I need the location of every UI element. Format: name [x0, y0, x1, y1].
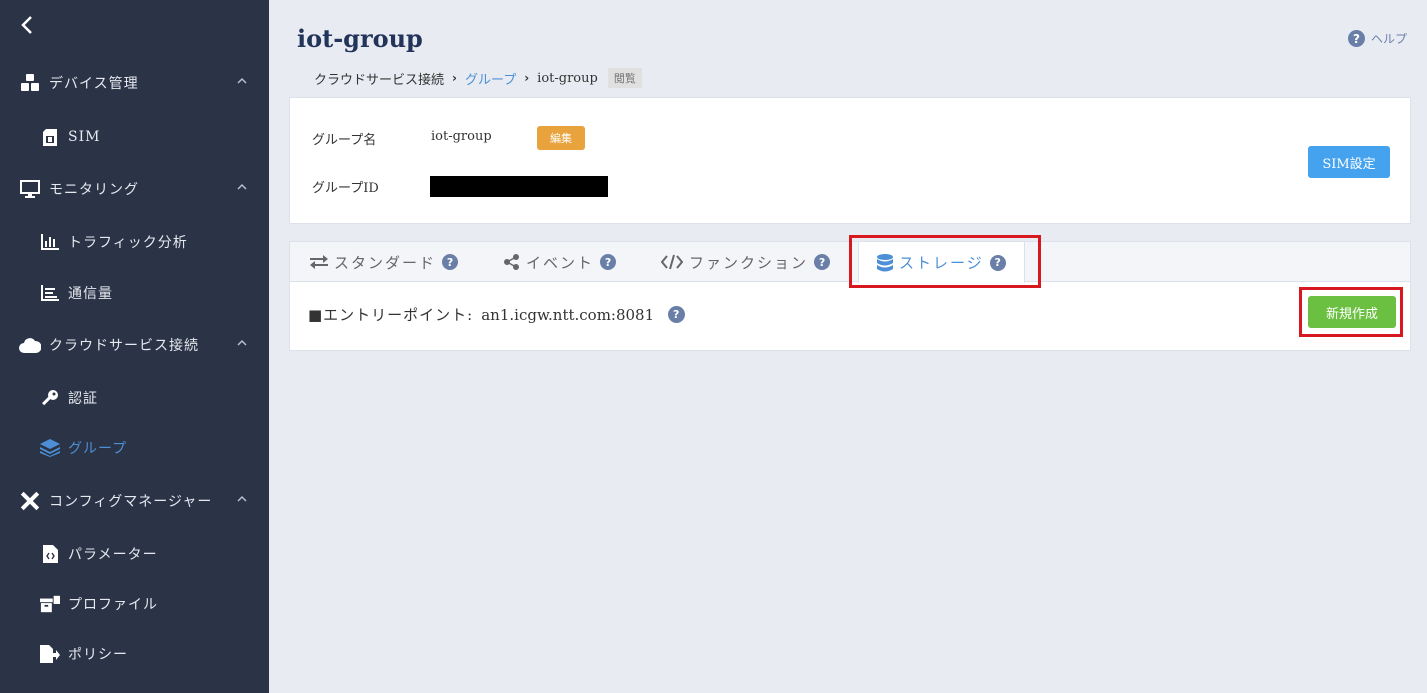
- help-icon[interactable]: ?: [814, 254, 831, 270]
- tab-label: スタンダード: [334, 253, 437, 272]
- tab-standard[interactable]: スタンダード ?: [310, 242, 459, 282]
- entry-point-label: ■エントリーポイント:: [308, 306, 474, 324]
- breadcrumb: クラウドサービス接続 › グループ › iot-group 閲覧: [314, 68, 642, 88]
- sidebar-item-label: 認証: [68, 391, 98, 407]
- sidebar-item-label: トラフィック分析: [68, 235, 188, 251]
- exchange-icon: [310, 255, 328, 269]
- sidebar-item-label: グループ: [68, 441, 128, 457]
- breadcrumb-root[interactable]: クラウドサービス接続: [314, 69, 444, 88]
- chevron-up-icon[interactable]: [237, 75, 249, 87]
- breadcrumb-parent[interactable]: グループ: [465, 69, 516, 88]
- tools-icon: [19, 490, 41, 512]
- help-icon: ?: [1347, 30, 1365, 47]
- chevron-up-icon[interactable]: [237, 337, 249, 349]
- sidebar-item-cloud-service[interactable]: クラウドサービス接続: [0, 325, 269, 365]
- entry-point: ■エントリーポイント: an1.icgw.ntt.com:8081 ?: [308, 304, 686, 325]
- sidebar-item-label: コンフィグマネージャー: [49, 494, 213, 510]
- help-label: ヘルプ: [1370, 32, 1407, 46]
- code-file-icon: [40, 543, 60, 565]
- sidebar-item-label: SIM: [68, 129, 101, 145]
- sidebar-item-monitoring[interactable]: モニタリング: [0, 169, 269, 209]
- tab-label: ファンクション: [689, 253, 809, 272]
- breadcrumb-current: iot-group: [537, 70, 598, 86]
- chevron-up-icon[interactable]: [237, 181, 249, 193]
- sim-settings-button[interactable]: SIM設定: [1308, 146, 1390, 178]
- mode-tag: 閲覧: [607, 68, 642, 88]
- layers-icon: [40, 437, 60, 459]
- archive-icon: [40, 593, 60, 615]
- chevron-right-icon: ›: [524, 71, 530, 85]
- edit-button[interactable]: 編集: [537, 126, 585, 150]
- chevron-right-icon: ›: [452, 71, 457, 85]
- sidebar: デバイス管理 SIM モニタリング トラフィック分析 通信量 クラウドサービス接…: [0, 0, 269, 693]
- cubes-icon: [19, 72, 41, 94]
- group-info-card: グループ名 iot-group 編集 グループID SIM設定: [289, 97, 1411, 224]
- main-content: iot-group ? ヘルプ クラウドサービス接続 › グループ › iot-…: [269, 0, 1427, 693]
- sidebar-item-parameter[interactable]: パラメーター: [0, 534, 269, 574]
- sidebar-item-profile[interactable]: プロファイル: [0, 584, 269, 624]
- sidebar-item-policy[interactable]: ポリシー: [0, 634, 269, 674]
- monitor-icon: [19, 178, 41, 200]
- highlight-box-create-button: [1299, 287, 1403, 337]
- help-icon[interactable]: ?: [442, 254, 459, 270]
- sidebar-item-device-management[interactable]: デバイス管理: [0, 63, 269, 103]
- sidebar-item-label: パラメーター: [68, 547, 158, 563]
- group-name-value: iot-group: [431, 129, 492, 144]
- cloud-icon: [19, 334, 41, 356]
- help-link[interactable]: ? ヘルプ: [1347, 30, 1407, 47]
- group-id-label: グループID: [312, 181, 379, 196]
- tab-label: イベント: [526, 253, 595, 272]
- chevron-up-icon[interactable]: [237, 493, 249, 505]
- sidebar-item-label: モニタリング: [49, 182, 139, 198]
- sidebar-item-label: プロファイル: [68, 597, 158, 613]
- sidebar-item-sim[interactable]: SIM: [0, 117, 269, 157]
- line-chart-icon: [40, 282, 60, 304]
- sidebar-item-label: 通信量: [68, 286, 113, 302]
- share-icon: [504, 254, 519, 270]
- page-title: iot-group: [297, 24, 423, 53]
- help-icon[interactable]: ?: [600, 254, 617, 270]
- bar-chart-icon: [40, 231, 60, 253]
- help-icon[interactable]: ?: [668, 306, 686, 323]
- tab-function[interactable]: ファンクション ?: [661, 242, 831, 282]
- entry-point-value: an1.icgw.ntt.com:8081: [481, 305, 655, 324]
- sim-card-icon: [40, 126, 60, 148]
- redacted-group-id: [430, 176, 608, 197]
- back-chevron-icon[interactable]: [20, 15, 44, 39]
- sidebar-item-group[interactable]: グループ: [0, 428, 269, 468]
- group-name-label: グループ名: [312, 133, 377, 148]
- code-icon: [661, 254, 683, 270]
- sidebar-item-config-manager[interactable]: コンフィグマネージャー: [0, 481, 269, 521]
- sidebar-item-label: クラウドサービス接続: [49, 338, 199, 354]
- sidebar-item-auth[interactable]: 認証: [0, 378, 269, 418]
- sidebar-item-traffic-analysis[interactable]: トラフィック分析: [0, 222, 269, 262]
- sidebar-item-usage[interactable]: 通信量: [0, 273, 269, 313]
- sidebar-item-label: デバイス管理: [49, 76, 139, 92]
- highlight-box-storage-tab: [849, 235, 1041, 288]
- sidebar-item-label: ポリシー: [68, 647, 128, 663]
- tab-event[interactable]: イベント ?: [504, 242, 617, 282]
- file-export-icon: [40, 643, 60, 665]
- key-icon: [40, 387, 60, 409]
